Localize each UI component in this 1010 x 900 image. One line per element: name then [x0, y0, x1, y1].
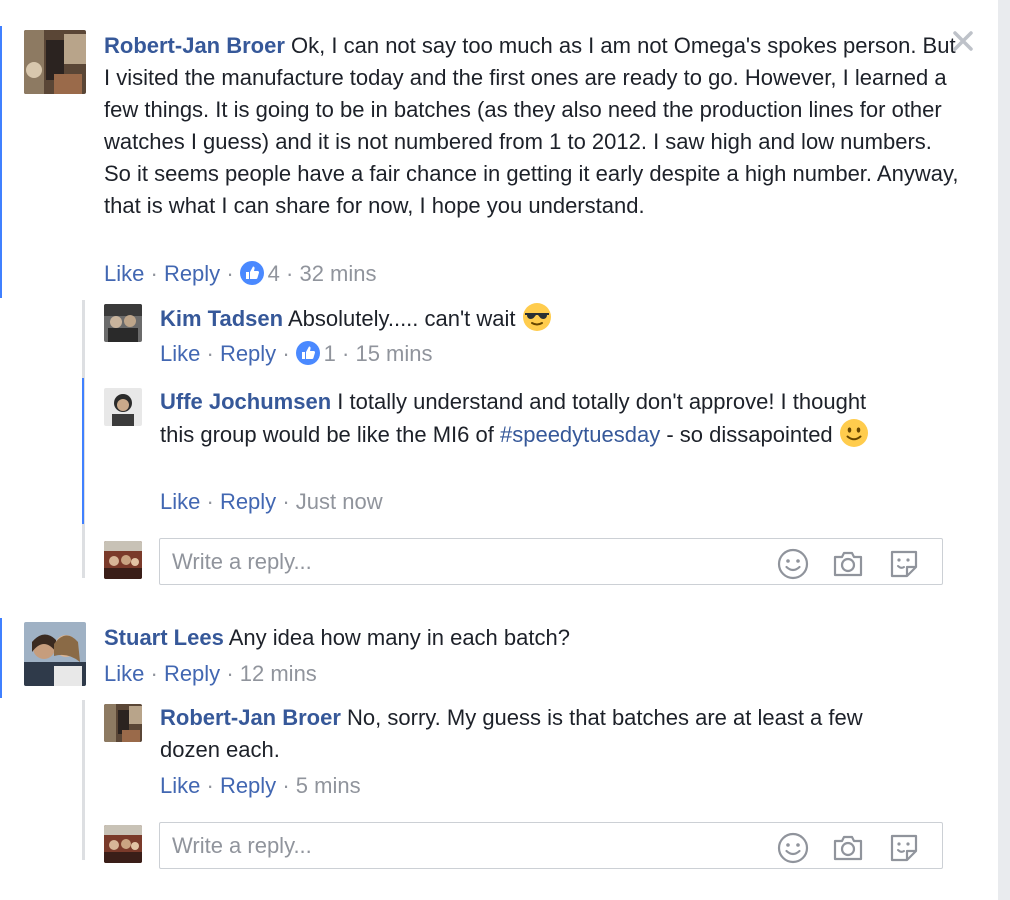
reply-link[interactable]: Reply	[220, 341, 276, 366]
separator: ·	[150, 661, 158, 686]
like-link[interactable]: Like	[104, 261, 144, 286]
avatar[interactable]	[104, 388, 142, 426]
reply-placeholder: Write a reply...	[172, 549, 312, 574]
camera-icon[interactable]	[831, 547, 865, 581]
separator: ·	[282, 773, 290, 798]
reply-author[interactable]: Kim Tadsen	[160, 306, 283, 331]
thread-indicator-2	[0, 618, 2, 698]
timestamp[interactable]: 5 mins	[296, 773, 361, 798]
separator: ·	[206, 489, 214, 514]
camera-icon[interactable]	[831, 831, 865, 865]
reply-text: Uffe Jochumsen I totally understand and …	[160, 386, 880, 451]
reply-link[interactable]: Reply	[164, 261, 220, 286]
like-count[interactable]: 1	[324, 341, 336, 366]
reply-body-end: - so dissapointed	[666, 422, 833, 447]
timestamp[interactable]: 32 mins	[299, 261, 376, 286]
reply-author[interactable]: Uffe Jochumsen	[160, 389, 331, 414]
separator: ·	[226, 661, 234, 686]
sticker-icon[interactable]	[887, 831, 921, 865]
emoji-picker-icon[interactable]	[776, 831, 810, 865]
reply-link[interactable]: Reply	[220, 773, 276, 798]
timestamp[interactable]: 15 mins	[355, 341, 432, 366]
separator: ·	[342, 341, 350, 366]
close-icon[interactable]	[950, 28, 976, 54]
avatar	[104, 541, 142, 579]
sunglasses-emoji-icon	[522, 302, 552, 332]
reply-author[interactable]: Robert-Jan Broer	[160, 705, 341, 730]
smile-emoji-icon	[839, 418, 869, 448]
comment-body: Ok, I can not say too much as I am not O…	[104, 33, 959, 218]
reply-link[interactable]: Reply	[164, 661, 220, 686]
reply-placeholder: Write a reply...	[172, 833, 312, 858]
like-link[interactable]: Like	[160, 489, 200, 514]
like-reaction-icon[interactable]	[295, 341, 320, 365]
timestamp[interactable]: Just now	[296, 489, 383, 514]
reply-link[interactable]: Reply	[220, 489, 276, 514]
separator: ·	[282, 341, 290, 366]
comment-body: Any idea how many in each batch?	[228, 625, 570, 650]
like-link[interactable]: Like	[104, 661, 144, 686]
separator: ·	[150, 261, 158, 286]
comment-actions: Like · Reply · 12 mins	[104, 659, 317, 689]
reply-body: Absolutely..... can't wait	[287, 306, 516, 331]
reply-text: Kim Tadsen Absolutely..... can't wait	[160, 302, 960, 335]
separator: ·	[226, 261, 234, 286]
separator: ·	[282, 489, 290, 514]
comment-actions: Like · Reply · 4 · 32 mins	[104, 259, 377, 289]
avatar[interactable]	[24, 30, 86, 94]
like-reaction-icon[interactable]	[239, 261, 264, 285]
separator: ·	[206, 773, 214, 798]
sticker-icon[interactable]	[887, 547, 921, 581]
comment-text: Stuart Lees Any idea how many in each ba…	[104, 622, 964, 654]
reply-actions: Like · Reply · 5 mins	[160, 771, 361, 801]
reply-text: Robert-Jan Broer No, sorry. My guess is …	[160, 702, 900, 766]
separator: ·	[286, 261, 294, 286]
like-link[interactable]: Like	[160, 341, 200, 366]
avatar	[104, 825, 142, 863]
like-link[interactable]: Like	[160, 773, 200, 798]
avatar[interactable]	[104, 704, 142, 742]
separator: ·	[206, 341, 214, 366]
reply-indicator-active	[82, 378, 84, 524]
reply-thread-line-2	[82, 700, 85, 860]
hashtag-link[interactable]: #speedytuesday	[500, 422, 660, 447]
reply-actions: Like · Reply · 1 · 15 mins	[160, 339, 433, 369]
thread-indicator-1	[0, 26, 2, 298]
avatar[interactable]	[104, 304, 142, 342]
timestamp[interactable]: 12 mins	[240, 661, 317, 686]
reply-input[interactable]: Write a reply...	[159, 822, 943, 869]
comment-author[interactable]: Stuart Lees	[104, 625, 224, 650]
comment-text: Robert-Jan Broer Ok, I can not say too m…	[104, 30, 964, 222]
emoji-picker-icon[interactable]	[776, 547, 810, 581]
page-scroll-edge	[998, 0, 1010, 900]
like-count[interactable]: 4	[268, 261, 280, 286]
avatar[interactable]	[24, 622, 86, 686]
reply-input[interactable]: Write a reply...	[159, 538, 943, 585]
comment-author[interactable]: Robert-Jan Broer	[104, 33, 285, 58]
reply-actions: Like · Reply · Just now	[160, 487, 383, 517]
